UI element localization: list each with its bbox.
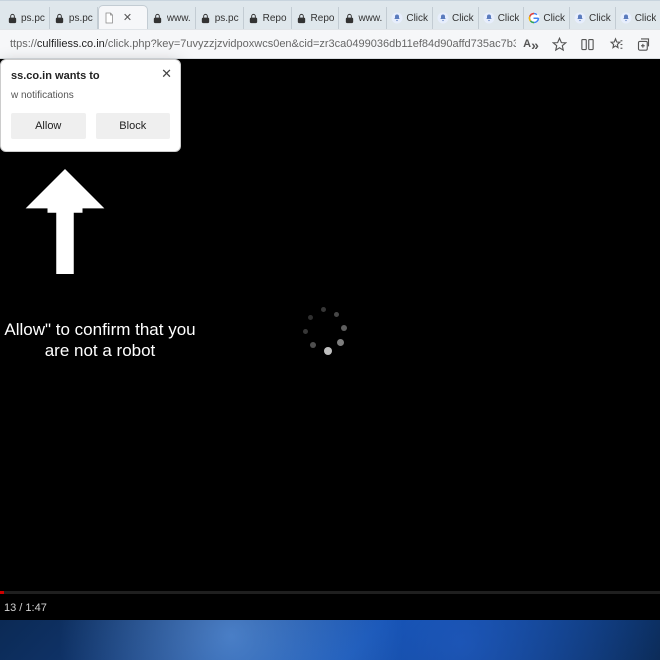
split-screen-icon[interactable]	[574, 32, 600, 56]
close-icon[interactable]: ✕	[161, 66, 172, 82]
bell-icon	[574, 12, 586, 24]
bell-icon	[391, 12, 403, 24]
lock-icon	[248, 12, 260, 24]
video-controls[interactable]: 13 / 1:47	[0, 590, 660, 620]
google-icon	[528, 12, 540, 24]
tab-label: ps.pc	[215, 13, 239, 24]
windows-taskbar[interactable]	[0, 620, 660, 660]
tab-label: ps.pc	[21, 13, 45, 24]
up-arrow-graphic	[20, 169, 110, 279]
browser-tab[interactable]: www.	[148, 7, 196, 29]
lock-icon	[6, 12, 18, 24]
lock-icon	[54, 12, 66, 24]
browser-tab[interactable]: Repo	[244, 7, 292, 29]
allow-button[interactable]: Allow	[11, 113, 86, 139]
tab-label: Click	[589, 13, 611, 24]
tab-label: Click	[452, 13, 474, 24]
tab-label: Click	[543, 13, 565, 24]
browser-tab[interactable]: Click	[479, 7, 525, 29]
url-path: /click.php?key=7uvyzzjzvidpoxwcs0en&cid=…	[105, 38, 516, 50]
video-progress-track[interactable]	[0, 591, 660, 594]
tab-label: Click	[406, 13, 428, 24]
page-icon	[103, 12, 115, 24]
lock-icon	[200, 12, 212, 24]
favorites-list-icon[interactable]	[602, 32, 628, 56]
video-time-display: 13 / 1:47	[4, 602, 47, 614]
tab-label: Repo	[311, 13, 335, 24]
block-button[interactable]: Block	[96, 113, 171, 139]
browser-tab[interactable]: ✕	[98, 5, 148, 29]
lock-icon	[296, 12, 308, 24]
address-bar-row: ttps://culfiliess.co.in/click.php?key=7u…	[0, 29, 660, 59]
bell-icon	[620, 12, 632, 24]
tab-label: www.	[358, 13, 382, 24]
page-content: ✕ ss.co.in wants to w notifications Allo…	[0, 59, 660, 620]
browser-tab[interactable]: ps.pc	[50, 7, 98, 29]
browser-tab[interactable]: Click	[524, 7, 570, 29]
close-tab-icon[interactable]: ✕	[121, 11, 132, 24]
favorite-star-icon[interactable]	[546, 32, 572, 56]
url-prefix: ttps://	[10, 38, 37, 50]
address-bar[interactable]: ttps://culfiliess.co.in/click.php?key=7u…	[4, 33, 516, 55]
collections-icon[interactable]	[630, 32, 656, 56]
tab-label: Repo	[263, 13, 287, 24]
reading-mode-icon[interactable]: A»	[518, 32, 544, 56]
notification-permission-dialog: ✕ ss.co.in wants to w notifications Allo…	[0, 59, 181, 152]
video-progress-fill	[0, 591, 4, 594]
browser-tab[interactable]: Click	[616, 7, 660, 29]
scam-instruction-text: Allow" to confirm that you are not a rob…	[0, 319, 200, 362]
tab-label: ps.pc	[69, 13, 93, 24]
tab-strip: ps.pc ps.pc ✕ www. ps.pc Repo Repo www. Click Cli…	[0, 1, 660, 29]
tab-label: Click	[498, 13, 520, 24]
permission-subtitle: w notifications	[11, 90, 170, 101]
tab-label: Click	[635, 13, 657, 24]
bell-icon	[483, 12, 495, 24]
browser-tab[interactable]: www.	[339, 7, 387, 29]
lock-icon	[343, 12, 355, 24]
browser-tab[interactable]: Click	[570, 7, 616, 29]
browser-tab[interactable]: ps.pc	[2, 7, 50, 29]
browser-tab[interactable]: Click	[387, 7, 433, 29]
url-host: culfiliess.co.in	[37, 38, 105, 50]
loading-spinner-icon	[300, 307, 348, 355]
browser-tab[interactable]: Click	[433, 7, 479, 29]
lock-icon	[152, 12, 164, 24]
tab-label: www.	[167, 13, 191, 24]
permission-title: ss.co.in wants to	[11, 70, 170, 82]
browser-tab[interactable]: ps.pc	[196, 7, 244, 29]
bell-icon	[437, 12, 449, 24]
browser-tab[interactable]: Repo	[292, 7, 340, 29]
browser-window: ps.pc ps.pc ✕ www. ps.pc Repo Repo www. Click Cli…	[0, 0, 660, 620]
